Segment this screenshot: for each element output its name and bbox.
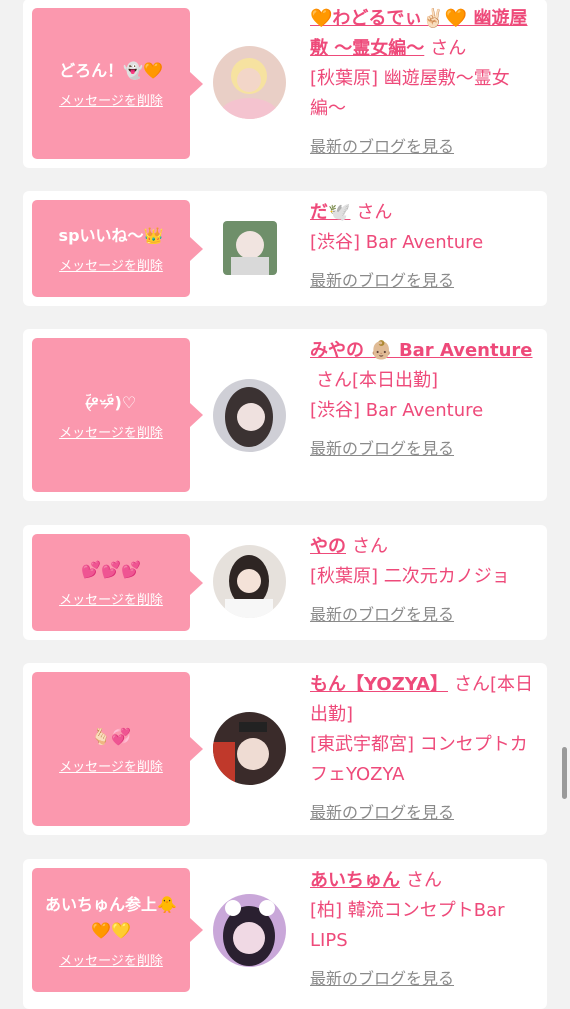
cast-avatar[interactable]	[213, 545, 286, 618]
cast-avatar[interactable]	[213, 894, 286, 967]
cast-avatar[interactable]	[213, 379, 286, 452]
message-bubble: spいいね〜👑 メッセージを削除	[32, 200, 190, 297]
cast-name-link[interactable]: 🧡わどるでぃ✌🏻🧡 幽遊屋敷 〜霊女編〜	[310, 8, 528, 59]
message-text: どろん！👻🧡	[59, 61, 163, 80]
scrollbar[interactable]	[562, 747, 567, 799]
working-today-label: [本日出勤]	[352, 370, 439, 391]
honorific: さん	[454, 674, 490, 695]
latest-blog-link[interactable]: 最新のブログを見る	[310, 132, 454, 162]
cast-avatar[interactable]	[213, 712, 286, 785]
cast-card: 💕💕💕 メッセージを削除 やの さん [秋葉原] 二次元カノジョ 最新のブログを見…	[23, 525, 547, 640]
message-bubble: 🫰🏻💞 メッセージを削除	[32, 672, 190, 826]
cast-card: 🫰🏻💞 メッセージを削除 もん【YOZYA】 さん[本日出勤] [東武宇都宮] コ…	[23, 663, 547, 835]
cast-card: どろん！👻🧡 メッセージを削除 🧡わどるでぃ✌🏻🧡 幽遊屋敷 〜霊女編〜 さん […	[23, 0, 547, 168]
shop-name: [秋葉原] 幽遊屋敷〜霊女編〜	[310, 68, 510, 119]
cast-card: あいちゅん参上🐥🧡💛 メッセージを削除 あいちゅん さん [柏] 韓流コンセプトB…	[23, 859, 547, 1009]
cast-info: あいちゅん さん [柏] 韓流コンセプトBar LIPS 最新のブログを見る	[310, 866, 538, 994]
honorific: さん	[352, 536, 388, 557]
message-text: 🫰🏻💞	[91, 726, 131, 746]
latest-blog-link[interactable]: 最新のブログを見る	[310, 600, 454, 630]
cast-info: みやの 👶🏼 Bar Aventure さん[本日出勤] [渋谷] Bar Ave…	[310, 336, 538, 464]
honorific: さん	[316, 370, 352, 391]
message-text: あいちゅん参上🐥🧡💛	[45, 894, 177, 940]
latest-blog-link[interactable]: 最新のブログを見る	[310, 434, 454, 464]
cast-name-link[interactable]: やの	[310, 536, 346, 557]
shop-name: [東武宇都宮] コンセプトカフェYOZYA	[310, 734, 528, 785]
delete-message-button[interactable]: メッセージを削除	[59, 950, 163, 969]
cast-info: だ🕊️ さん [渋谷] Bar Aventure 最新のブログを見る	[310, 198, 538, 296]
cast-name-link[interactable]: みやの 👶🏼 Bar Aventure	[310, 340, 533, 361]
cast-info: もん【YOZYA】 さん[本日出勤] [東武宇都宮] コンセプトカフェYOZYA …	[310, 670, 538, 828]
cast-name-link[interactable]: あいちゅん	[310, 870, 400, 891]
cast-card: (ؔᵒ̶̷ᵕؔᵒ̶̷)♡ メッセージを削除 みやの 👶🏼 Bar Aventur…	[23, 329, 547, 501]
delete-message-button[interactable]: メッセージを削除	[59, 90, 163, 109]
cast-avatar[interactable]	[213, 46, 286, 119]
delete-message-button[interactable]: メッセージを削除	[59, 255, 163, 274]
cast-info: 🧡わどるでぃ✌🏻🧡 幽遊屋敷 〜霊女編〜 さん [秋葉原] 幽遊屋敷〜霊女編〜 最…	[310, 4, 538, 162]
message-bubble: (ؔᵒ̶̷ᵕؔᵒ̶̷)♡ メッセージを削除	[32, 338, 190, 492]
honorific: さん	[406, 870, 442, 891]
honorific: さん	[430, 38, 467, 59]
shop-name: [渋谷] Bar Aventure	[310, 232, 484, 253]
message-text: (ؔᵒ̶̷ᵕؔᵒ̶̷)♡	[85, 392, 137, 412]
message-text: spいいね〜👑	[58, 226, 164, 245]
message-bubble: どろん！👻🧡 メッセージを削除	[32, 8, 190, 159]
message-text: 💕💕💕	[81, 560, 141, 579]
message-bubble: あいちゅん参上🐥🧡💛 メッセージを削除	[32, 868, 190, 992]
cast-name-link[interactable]: もん【YOZYA】	[310, 674, 448, 695]
honorific: さん	[356, 202, 393, 223]
delete-message-button[interactable]: メッセージを削除	[59, 422, 163, 441]
latest-blog-link[interactable]: 最新のブログを見る	[310, 798, 454, 828]
shop-name: [秋葉原] 二次元カノジョ	[310, 566, 510, 587]
cast-card: spいいね〜👑 メッセージを削除 だ🕊️ さん [渋谷] Bar Aventure…	[23, 191, 547, 306]
shop-name: [渋谷] Bar Aventure	[310, 400, 484, 421]
cast-name-link[interactable]: だ🕊️	[310, 202, 350, 223]
cast-avatar[interactable]	[223, 221, 277, 275]
shop-name: [柏] 韓流コンセプトBar LIPS	[310, 900, 505, 951]
latest-blog-link[interactable]: 最新のブログを見る	[310, 266, 454, 296]
delete-message-button[interactable]: メッセージを削除	[59, 756, 163, 775]
latest-blog-link[interactable]: 最新のブログを見る	[310, 964, 454, 994]
message-bubble: 💕💕💕 メッセージを削除	[32, 534, 190, 631]
delete-message-button[interactable]: メッセージを削除	[59, 589, 163, 608]
cast-info: やの さん [秋葉原] 二次元カノジョ 最新のブログを見る	[310, 532, 538, 630]
